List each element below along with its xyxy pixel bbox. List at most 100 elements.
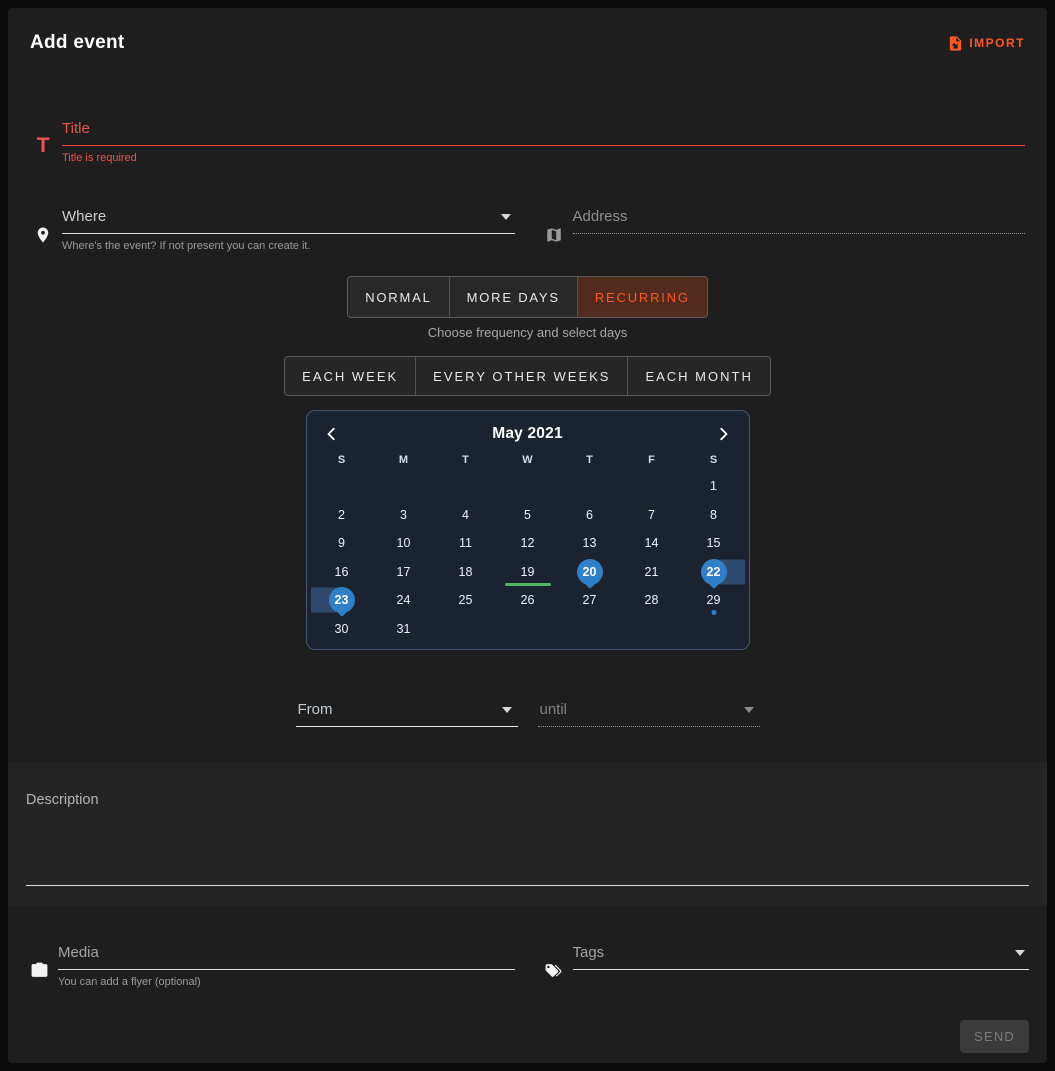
- calendar-day-27[interactable]: 27: [559, 586, 621, 615]
- day-number: 29: [707, 593, 721, 607]
- calendar-day-21[interactable]: 21: [621, 558, 683, 587]
- tab-normal[interactable]: NORMAL: [348, 277, 448, 317]
- day-number: 6: [586, 508, 593, 522]
- chevron-down-icon: [501, 214, 511, 220]
- tab-each-month[interactable]: EACH MONTH: [627, 357, 769, 395]
- chevron-down-icon: [744, 707, 754, 713]
- calendar-day-29[interactable]: 29: [683, 586, 745, 615]
- day-number: 7: [648, 508, 655, 522]
- calendar-day-24[interactable]: 24: [373, 586, 435, 615]
- title-error-message: Title is required: [62, 152, 1025, 164]
- calendar-week-row: 1: [311, 472, 745, 501]
- calendar-day-20[interactable]: 20: [559, 558, 621, 587]
- day-number: 23: [329, 587, 355, 613]
- day-number: 21: [645, 565, 659, 579]
- tags-select[interactable]: Tags: [573, 940, 1030, 970]
- tab-every-other-weeks[interactable]: EVERY OTHER WEEKS: [415, 357, 627, 395]
- day-number: 2: [338, 508, 345, 522]
- until-placeholder: until: [540, 701, 568, 718]
- calendar-day-12[interactable]: 12: [497, 529, 559, 558]
- calendar-day-10[interactable]: 10: [373, 529, 435, 558]
- calendar-day-18[interactable]: 18: [435, 558, 497, 587]
- calendar-day-8[interactable]: 8: [683, 501, 745, 530]
- media-placeholder: Media: [58, 944, 99, 961]
- send-button[interactable]: SEND: [960, 1020, 1029, 1053]
- until-time-select[interactable]: until: [538, 697, 760, 727]
- calendar-next-button[interactable]: [714, 425, 732, 443]
- calendar-day-6[interactable]: 6: [559, 501, 621, 530]
- calendar-day-5[interactable]: 5: [497, 501, 559, 530]
- day-number: 14: [645, 536, 659, 550]
- calendar-day-4[interactable]: 4: [435, 501, 497, 530]
- day-number: 15: [707, 536, 721, 550]
- calendar-prev-button[interactable]: [323, 425, 341, 443]
- from-placeholder: From: [298, 701, 333, 718]
- calendar-day-1[interactable]: 1: [683, 472, 745, 501]
- calendar-day-14[interactable]: 14: [621, 529, 683, 558]
- calendar-grid: 1234567891011121314151617181920212223242…: [311, 472, 745, 643]
- calendar-day-16[interactable]: 16: [311, 558, 373, 587]
- day-number: 26: [521, 593, 535, 607]
- tags-placeholder: Tags: [573, 944, 605, 961]
- day-number: 20: [577, 559, 603, 585]
- calendar-day-empty: [621, 615, 683, 644]
- calendar-day-13[interactable]: 13: [559, 529, 621, 558]
- calendar-day-empty: [373, 472, 435, 501]
- day-number: 5: [524, 508, 531, 522]
- calendar-day-30[interactable]: 30: [311, 615, 373, 644]
- day-number: 31: [397, 622, 411, 636]
- calendar-day-empty: [683, 615, 745, 644]
- form-bottom-section: Media You can add a flyer (optional) Tag…: [8, 906, 1047, 1063]
- weekday-label: S: [311, 454, 373, 472]
- from-time-select[interactable]: From: [296, 697, 518, 727]
- description-textarea[interactable]: [26, 885, 1029, 886]
- calendar-day-19[interactable]: 19: [497, 558, 559, 587]
- calendar-day-25[interactable]: 25: [435, 586, 497, 615]
- calendar-day-28[interactable]: 28: [621, 586, 683, 615]
- map-icon: [541, 204, 567, 252]
- calendar-day-empty: [497, 472, 559, 501]
- day-number: 24: [397, 593, 411, 607]
- calendar-day-23[interactable]: 23: [311, 586, 373, 615]
- calendar-day-22[interactable]: 22: [683, 558, 745, 587]
- where-select[interactable]: Where: [62, 204, 515, 234]
- weekday-label: M: [373, 454, 435, 472]
- calendar-day-11[interactable]: 11: [435, 529, 497, 558]
- tab-each-week[interactable]: EACH WEEK: [285, 357, 415, 395]
- day-number: 16: [335, 565, 349, 579]
- page-title: Add event: [30, 32, 125, 54]
- calendar-day-empty: [559, 472, 621, 501]
- media-field: Media You can add a flyer (optional): [26, 940, 515, 988]
- page-background: Add event IMPORT T Title Title is: [0, 0, 1055, 1071]
- calendar-weekday-header: SMTWTFS: [311, 454, 745, 472]
- calendar-day-26[interactable]: 26: [497, 586, 559, 615]
- title-input[interactable]: Title: [62, 116, 1025, 146]
- day-number: 8: [710, 508, 717, 522]
- tab-recurring[interactable]: RECURRING: [577, 277, 707, 317]
- title-field: T Title Title is required: [30, 116, 1025, 164]
- day-number: 25: [459, 593, 473, 607]
- location-pin-icon: [30, 204, 56, 252]
- calendar-day-7[interactable]: 7: [621, 501, 683, 530]
- import-button[interactable]: IMPORT: [947, 35, 1025, 52]
- calendar-day-9[interactable]: 9: [311, 529, 373, 558]
- camera-icon: [26, 940, 52, 988]
- day-number: 3: [400, 508, 407, 522]
- calendar-day-17[interactable]: 17: [373, 558, 435, 587]
- calendar-day-empty: [435, 615, 497, 644]
- calendar-day-15[interactable]: 15: [683, 529, 745, 558]
- media-input[interactable]: Media: [58, 940, 515, 970]
- calendar-day-31[interactable]: 31: [373, 615, 435, 644]
- tab-more-days[interactable]: MORE DAYS: [449, 277, 577, 317]
- weekday-label: T: [559, 454, 621, 472]
- day-number: 19: [521, 565, 535, 579]
- day-number: 27: [583, 593, 597, 607]
- address-input[interactable]: Address: [573, 204, 1026, 234]
- day-number: 1: [710, 479, 717, 493]
- calendar-day-3[interactable]: 3: [373, 501, 435, 530]
- day-number: 30: [335, 622, 349, 636]
- weekday-label: S: [683, 454, 745, 472]
- time-range-row: From until: [296, 697, 760, 727]
- calendar-day-2[interactable]: 2: [311, 501, 373, 530]
- day-number: 22: [701, 559, 727, 585]
